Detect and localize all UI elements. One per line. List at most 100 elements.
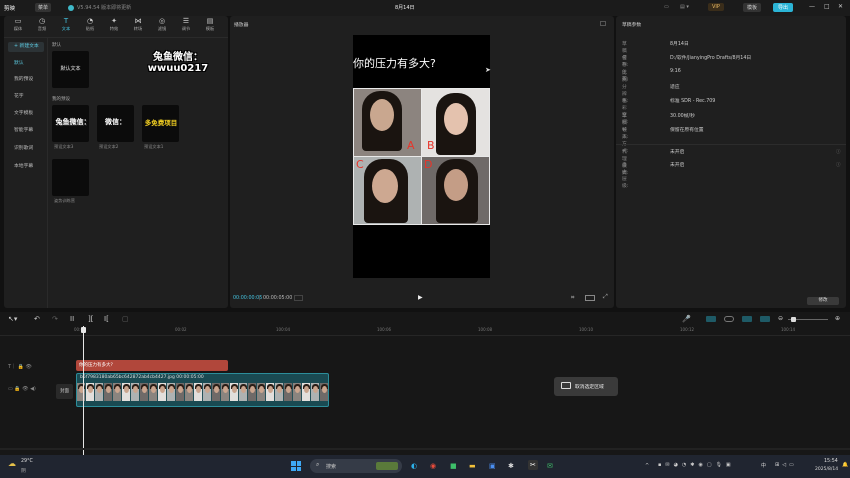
play-icon[interactable]: ▶ xyxy=(418,294,423,301)
version-label[interactable]: V5.94.54 版本即将更新 xyxy=(77,4,131,11)
photo-d: D xyxy=(422,157,489,224)
ime-indicator[interactable]: 中 xyxy=(761,462,766,469)
wechat-icon[interactable]: ✉ xyxy=(547,461,553,471)
clock-date[interactable]: 2025/8/14 xyxy=(815,467,838,472)
playhead-handle[interactable] xyxy=(81,327,86,333)
search-box[interactable]: ⌕ 搜索 xyxy=(310,459,402,473)
sidebar-item-lyrics[interactable]: 识别歌词 xyxy=(8,144,44,154)
sidebar-item-presets[interactable]: 我的预设 xyxy=(8,75,44,85)
ruler-tick: 100:12 xyxy=(680,327,695,332)
time-ruler[interactable]: 00:00 00:02 100:04 100:06 100:08 100:10 100:12… xyxy=(0,326,850,336)
preset-card[interactable]: 多免费项目 xyxy=(142,105,179,142)
preset-card[interactable]: 微信： xyxy=(97,105,134,142)
info-icon[interactable]: ⓘ xyxy=(836,149,841,155)
fit-screen-icon[interactable]: ⌗ xyxy=(571,294,574,302)
tab-sticker[interactable]: ◔ 贴纸 xyxy=(78,17,102,35)
shortcut-icon[interactable]: ▤ ▾ xyxy=(680,4,689,10)
weather-icon[interactable]: ☁ xyxy=(8,459,16,468)
clock-time[interactable]: 15:54 xyxy=(824,459,838,464)
preview-axis-icon[interactable] xyxy=(760,316,770,322)
new-text-button[interactable]: + 新建文本 xyxy=(8,42,44,52)
ratio-icon[interactable] xyxy=(585,295,595,301)
tab-effects[interactable]: ✦ 特效 xyxy=(102,17,126,35)
undo-icon[interactable]: ↶ xyxy=(34,315,40,323)
chain-icon[interactable] xyxy=(724,316,734,322)
sidebar-item-local-caption[interactable]: 本地字幕 xyxy=(8,162,44,172)
settings-icon[interactable]: ✱ xyxy=(508,461,514,471)
ruler-tick: 100:14 xyxy=(781,327,796,332)
tab-audio[interactable]: ◷ 音频 xyxy=(30,17,54,35)
app-icon[interactable]: ▣ xyxy=(489,461,496,471)
time-total: 00:00:05:00 xyxy=(263,296,293,301)
tab-template[interactable]: ▤ 模板 xyxy=(198,17,222,35)
sidebar-item-fancy-text[interactable]: 花字 xyxy=(8,92,44,102)
tab-media[interactable]: ▭ 媒体 xyxy=(6,17,30,35)
delete-icon[interactable]: ▢ xyxy=(122,315,129,323)
filmstrip-frame xyxy=(257,383,266,401)
cover-button[interactable]: 封面 xyxy=(56,384,73,399)
preset-card[interactable]: 兔鱼微信： xyxy=(52,105,89,142)
select-tool-icon[interactable]: ↖▾ xyxy=(8,315,17,323)
minimize-icon[interactable]: — xyxy=(809,3,815,10)
preset-card[interactable] xyxy=(52,159,89,196)
option-letter: B xyxy=(427,139,435,152)
timecode-icon[interactable] xyxy=(294,295,303,301)
split-icon[interactable]: II xyxy=(70,315,74,323)
playhead[interactable] xyxy=(83,326,84,460)
video-canvas[interactable]: 你的压力有多大? A B C D xyxy=(353,35,490,278)
info-icon[interactable]: ⓘ xyxy=(836,162,841,168)
export-button[interactable]: 导出 xyxy=(773,3,794,12)
modify-button[interactable]: 修改 xyxy=(807,297,839,305)
folder-icon[interactable]: ▬ xyxy=(469,461,476,471)
ruler-tick: 00:02 xyxy=(175,327,187,332)
tray-icons[interactable]: ▪✉◕◔✱◉▢🎙▣ xyxy=(658,462,735,468)
zoom-in-icon[interactable]: ⊕ xyxy=(835,315,840,322)
tab-filter[interactable]: ◎ 滤镜 xyxy=(150,17,174,35)
close-icon[interactable]: ✕ xyxy=(838,3,843,10)
video-clip[interactable]: b5f7983180ab65bc642872ab4cb4427.jpg 00:0… xyxy=(76,373,329,407)
layout-icon[interactable]: ▭ xyxy=(664,4,669,10)
menu-button[interactable]: 菜单 xyxy=(35,3,52,12)
chrome-icon[interactable]: ◉ xyxy=(430,461,436,471)
weather-temp[interactable]: 29°C xyxy=(21,459,33,464)
tab-adjust[interactable]: ☰ 调节 xyxy=(174,17,198,35)
sidebar-item-default[interactable]: 默认 xyxy=(8,59,44,69)
vip-badge[interactable]: VIP xyxy=(708,3,724,11)
text-clip[interactable]: 你的压力有多大? xyxy=(76,360,228,371)
player-menu-icon[interactable] xyxy=(600,21,606,26)
sidebar-item-text-template[interactable]: 文字模板 xyxy=(8,109,44,119)
fullscreen-icon[interactable]: ⤢ xyxy=(603,293,608,301)
timeline-scrollbar[interactable] xyxy=(0,448,850,450)
redo-icon[interactable]: ↷ xyxy=(52,315,58,323)
notification-icon[interactable]: 🔔 xyxy=(842,462,848,468)
filmstrip-frame xyxy=(95,383,104,401)
tab-transition[interactable]: ⋈ 转场 xyxy=(126,17,150,35)
filmstrip-frame xyxy=(239,383,248,401)
mic-icon[interactable]: 🎤 xyxy=(682,315,691,323)
prop-value: 8月14日 xyxy=(670,42,689,47)
filmstrip-frame xyxy=(77,383,86,401)
tab-label: 贴纸 xyxy=(85,26,95,31)
default-text-card[interactable]: 默认文本 xyxy=(52,51,89,88)
trim-right-icon[interactable]: I[ xyxy=(104,315,109,323)
player-title: 播放器 xyxy=(234,23,249,28)
maximize-icon[interactable]: □ xyxy=(824,3,830,10)
zoom-slider-handle[interactable] xyxy=(791,317,796,322)
link-toggle-icon[interactable] xyxy=(706,316,716,322)
app-logo: 剪映 xyxy=(4,6,16,12)
trim-left-icon[interactable]: ][ xyxy=(88,315,93,323)
capcut-icon[interactable]: ✂ xyxy=(528,460,538,470)
tray-expand-icon[interactable]: ^ xyxy=(645,463,649,469)
system-icons[interactable]: ⊞◁▭ xyxy=(775,462,797,468)
app-icon[interactable]: ■ xyxy=(450,461,457,471)
edge-icon[interactable]: ◐ xyxy=(411,461,417,471)
filmstrip-frame xyxy=(302,383,311,401)
zoom-out-icon[interactable]: ⊖ xyxy=(778,315,783,322)
tab-text[interactable]: T 文本 xyxy=(54,17,78,35)
sidebar-item-auto-caption[interactable]: 智能字幕 xyxy=(8,126,44,136)
share-button[interactable]: 模板 xyxy=(743,3,762,12)
filmstrip xyxy=(77,383,328,401)
snap-icon[interactable] xyxy=(742,316,752,322)
start-icon[interactable] xyxy=(291,461,301,471)
filmstrip-frame xyxy=(293,383,302,401)
